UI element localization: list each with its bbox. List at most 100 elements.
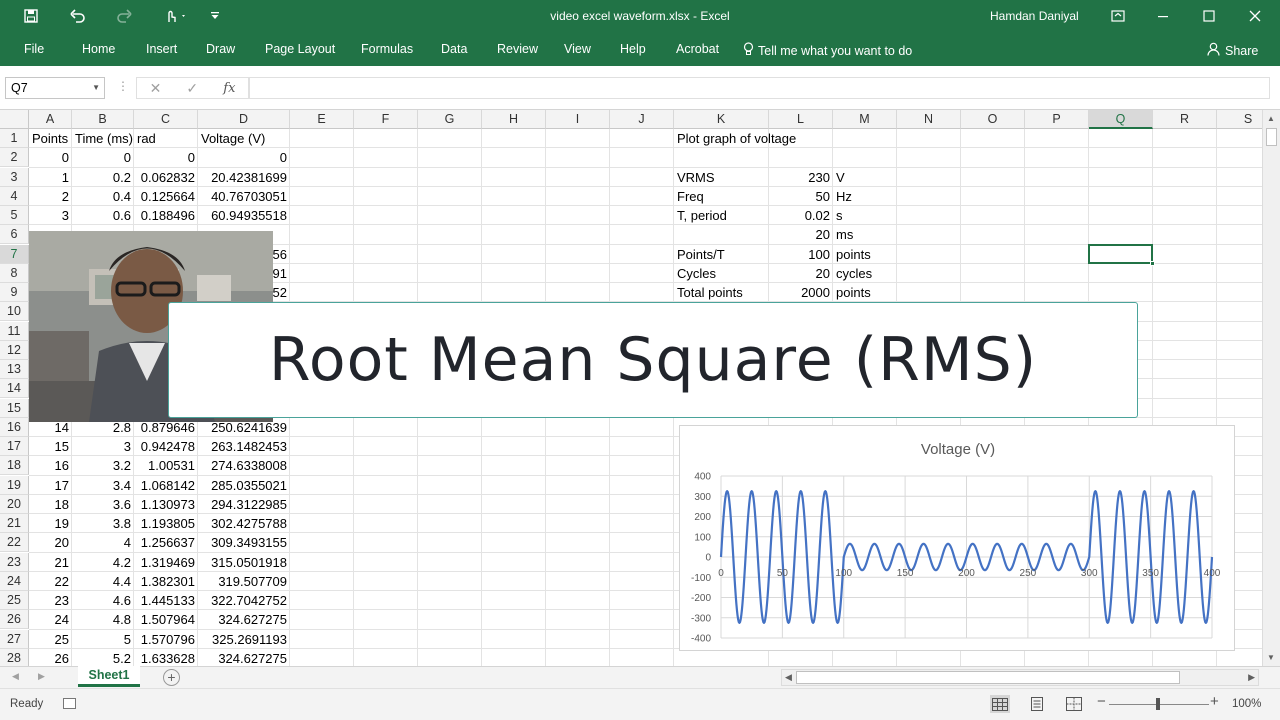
param-value[interactable]: 0.02 bbox=[769, 206, 833, 225]
scroll-down-icon[interactable]: ▼ bbox=[1267, 653, 1275, 662]
table-cell[interactable]: 319.507709 bbox=[198, 572, 290, 591]
table-cell[interactable]: 0 bbox=[134, 148, 198, 167]
macro-record-icon[interactable] bbox=[63, 698, 76, 709]
tab-home[interactable]: Home bbox=[82, 42, 115, 56]
tab-acrobat[interactable]: Acrobat bbox=[676, 42, 719, 56]
zoom-level[interactable]: 100% bbox=[1232, 698, 1261, 710]
customize-quick-access-icon[interactable] bbox=[203, 6, 227, 26]
table-cell[interactable]: 285.0355021 bbox=[198, 476, 290, 495]
row-header-22[interactable]: 22 bbox=[0, 533, 29, 553]
table-cell[interactable]: 263.1482453 bbox=[198, 437, 290, 456]
row-header-4[interactable]: 4 bbox=[0, 186, 29, 206]
table-cell[interactable]: 20.42381699 bbox=[198, 168, 290, 187]
row-header-5[interactable]: 5 bbox=[0, 206, 29, 225]
table-cell[interactable]: 3.4 bbox=[72, 476, 134, 495]
param-unit[interactable]: cycles bbox=[833, 264, 897, 283]
table-cell[interactable]: 0.125664 bbox=[134, 187, 198, 206]
param-label[interactable]: T, period bbox=[674, 206, 769, 225]
table-cell[interactable]: 3.8 bbox=[72, 514, 134, 533]
insert-function-button[interactable]: fx bbox=[223, 81, 235, 96]
table-cell[interactable]: 17 bbox=[29, 476, 72, 495]
tab-help[interactable]: Help bbox=[620, 42, 646, 56]
table-cell[interactable]: 0.062832 bbox=[134, 168, 198, 187]
selected-cell[interactable] bbox=[1088, 243, 1155, 266]
table-cell[interactable]: 325.2691193 bbox=[198, 630, 290, 649]
column-header-r[interactable]: R bbox=[1153, 110, 1217, 129]
table-cell[interactable]: 1.319469 bbox=[134, 553, 198, 572]
table-cell[interactable]: 0 bbox=[198, 148, 290, 167]
zoom-slider[interactable] bbox=[1109, 698, 1209, 710]
row-header-9[interactable]: 9 bbox=[0, 283, 29, 302]
table-cell[interactable]: 5 bbox=[72, 630, 134, 649]
param-label[interactable]: Points/T bbox=[674, 245, 769, 264]
column-header-j[interactable]: J bbox=[610, 110, 674, 129]
close-icon[interactable] bbox=[1240, 6, 1270, 26]
row-header-10[interactable]: 10 bbox=[0, 302, 29, 322]
table-cell[interactable]: 0.4 bbox=[72, 187, 134, 206]
table-cell[interactable]: 22 bbox=[29, 572, 72, 591]
table-cell[interactable]: 1 bbox=[29, 168, 72, 187]
formula-input[interactable] bbox=[249, 77, 1270, 99]
table-cell[interactable]: 302.4275788 bbox=[198, 514, 290, 533]
table-cell[interactable]: 0.942478 bbox=[134, 437, 198, 456]
row-header-20[interactable]: 20 bbox=[0, 494, 29, 514]
vertical-scroll-thumb[interactable] bbox=[1266, 128, 1277, 146]
table-cell[interactable]: 4.6 bbox=[72, 591, 134, 610]
enter-check-icon[interactable]: ✓ bbox=[186, 80, 198, 97]
table-cell[interactable]: 1.382301 bbox=[134, 572, 198, 591]
share-button[interactable]: Share bbox=[1207, 42, 1258, 59]
param-label[interactable]: VRMS bbox=[674, 168, 769, 187]
table-cell[interactable]: 274.6338008 bbox=[198, 456, 290, 475]
param-label[interactable]: Total points bbox=[674, 283, 769, 302]
row-header-17[interactable]: 17 bbox=[0, 437, 29, 456]
tab-insert[interactable]: Insert bbox=[146, 42, 177, 56]
row-header-2[interactable]: 2 bbox=[0, 148, 29, 168]
param-unit[interactable]: V bbox=[833, 168, 897, 187]
param-unit[interactable]: points bbox=[833, 245, 897, 264]
formula-bar-grip-icon[interactable]: ⋮ bbox=[117, 79, 129, 93]
zoom-out-icon[interactable]: − bbox=[1097, 693, 1106, 710]
table-cell[interactable]: 15 bbox=[29, 437, 72, 456]
table-cell[interactable]: 324.627275 bbox=[198, 610, 290, 629]
zoom-slider-knob[interactable] bbox=[1156, 698, 1160, 710]
header-points[interactable]: Points bbox=[29, 129, 72, 148]
table-cell[interactable]: 4.8 bbox=[72, 610, 134, 629]
table-cell[interactable]: 322.7042752 bbox=[198, 591, 290, 610]
header-rad[interactable]: rad bbox=[134, 129, 198, 148]
table-cell[interactable]: 1.633628 bbox=[134, 649, 198, 666]
param-value[interactable]: 100 bbox=[769, 245, 833, 264]
column-header-p[interactable]: P bbox=[1025, 110, 1089, 129]
table-cell[interactable]: 24 bbox=[29, 610, 72, 629]
table-cell[interactable]: 4.4 bbox=[72, 572, 134, 591]
user-name[interactable]: Hamdan Daniyal bbox=[990, 9, 1079, 23]
row-header-7[interactable]: 7 bbox=[0, 244, 29, 264]
column-header-d[interactable]: D bbox=[198, 110, 290, 129]
column-header-m[interactable]: M bbox=[833, 110, 897, 129]
table-cell[interactable]: 0.6 bbox=[72, 206, 134, 225]
page-layout-view-icon[interactable] bbox=[1027, 695, 1047, 713]
table-cell[interactable]: 20 bbox=[29, 533, 72, 552]
table-cell[interactable]: 1.193805 bbox=[134, 514, 198, 533]
scroll-up-icon[interactable]: ▲ bbox=[1267, 114, 1275, 123]
table-cell[interactable]: 315.0501918 bbox=[198, 553, 290, 572]
row-header-15[interactable]: 15 bbox=[0, 398, 29, 418]
column-header-o[interactable]: O bbox=[961, 110, 1025, 129]
undo-icon[interactable] bbox=[66, 6, 90, 26]
param-label[interactable]: Cycles bbox=[674, 264, 769, 283]
row-header-23[interactable]: 23 bbox=[0, 552, 29, 572]
table-cell[interactable]: 1.00531 bbox=[134, 456, 198, 475]
table-cell[interactable]: 1.068142 bbox=[134, 476, 198, 495]
name-box[interactable]: Q7 ▼ bbox=[5, 77, 105, 99]
row-header-21[interactable]: 21 bbox=[0, 514, 29, 533]
table-cell[interactable]: 0 bbox=[72, 148, 134, 167]
tab-file[interactable]: File bbox=[24, 42, 44, 56]
scroll-right-icon[interactable]: ▶ bbox=[1248, 672, 1255, 683]
table-cell[interactable]: 0.2 bbox=[72, 168, 134, 187]
voltage-chart[interactable]: Voltage (V) 400 300 200 100 0 -100 -200 -300 -400… bbox=[679, 425, 1235, 651]
params-title[interactable]: Plot graph of voltage bbox=[674, 129, 796, 148]
row-header-11[interactable]: 11 bbox=[0, 321, 29, 341]
header-voltage[interactable]: Voltage (V) bbox=[198, 129, 290, 148]
row-header-24[interactable]: 24 bbox=[0, 571, 29, 591]
sheet-tab-sheet1[interactable]: Sheet1 bbox=[78, 666, 140, 687]
row-header-18[interactable]: 18 bbox=[0, 456, 29, 476]
